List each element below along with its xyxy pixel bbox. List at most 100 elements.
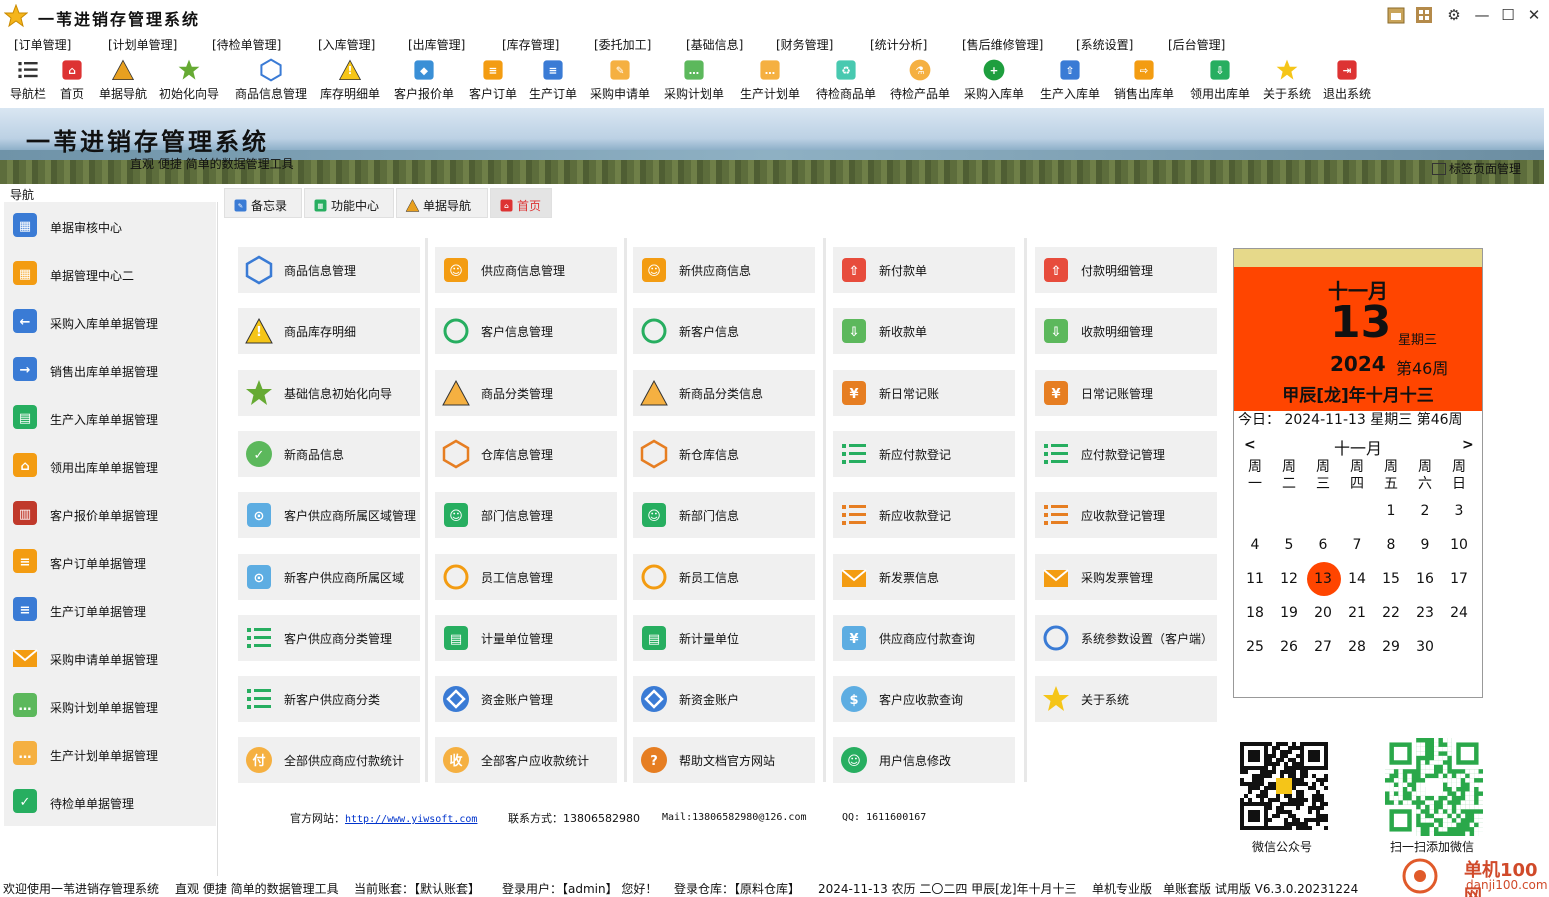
function-col2-item-8[interactable]: 收 全部客户应收款统计: [435, 737, 617, 784]
function-col2-item-7[interactable]: 资金账户管理: [435, 676, 617, 723]
function-col4-item-7[interactable]: $ 客户应收款查询: [833, 676, 1015, 723]
function-col2-item-5[interactable]: 员工信息管理: [435, 553, 617, 600]
function-col4-item-0[interactable]: ⇧ 新付款单: [833, 247, 1015, 293]
function-col1-item-0[interactable]: 商品信息管理: [238, 247, 420, 293]
function-col3-item-6[interactable]: ▤ 新计量单位: [633, 614, 815, 661]
function-col4-item-2[interactable]: ¥ 新日常记账: [833, 369, 1015, 416]
minimize-icon[interactable]: —: [1470, 4, 1494, 26]
calendar-day[interactable]: 9: [1408, 531, 1442, 559]
calendar-day[interactable]: 4: [1238, 531, 1272, 559]
menu-item-8[interactable]: [财务管理]: [776, 36, 833, 53]
function-col1-item-1[interactable]: ! 商品库存明细: [238, 308, 420, 355]
calendar-day[interactable]: 28: [1340, 633, 1374, 661]
calendar-day[interactable]: 24: [1442, 599, 1476, 627]
tab-doc-nav[interactable]: 单据导航: [396, 188, 488, 218]
function-col4-item-5[interactable]: 新发票信息: [833, 553, 1015, 600]
nav-item-6[interactable]: ▥ 客户报价单单据管理: [4, 490, 216, 538]
calendar-icon[interactable]: [1384, 4, 1408, 26]
close-icon[interactable]: ✕: [1522, 4, 1546, 26]
calendar-day[interactable]: 11: [1238, 565, 1272, 593]
function-col4-item-3[interactable]: 新应付款登记: [833, 430, 1015, 477]
function-col1-item-2[interactable]: 基础信息初始化向导: [238, 369, 420, 416]
toolbar-customer-order-button[interactable]: ≡ 客户订单: [468, 56, 518, 104]
calendar-day[interactable]: 17: [1442, 565, 1476, 593]
menu-item-3[interactable]: [入库管理]: [318, 36, 375, 53]
function-col3-item-7[interactable]: 新资金账户: [633, 676, 815, 723]
function-col5-item-3[interactable]: 应付款登记管理: [1035, 430, 1217, 477]
nav-item-11[interactable]: … 生产计划单单据管理: [4, 730, 216, 778]
calendar-day[interactable]: 2: [1408, 497, 1442, 525]
calendar-day[interactable]: 29: [1374, 633, 1408, 661]
grid-icon[interactable]: [1412, 4, 1436, 26]
function-col1-item-5[interactable]: ⊙ 新客户供应商所属区域: [238, 553, 420, 600]
calendar-day[interactable]: 6: [1306, 531, 1340, 559]
calendar-day[interactable]: 25: [1238, 633, 1272, 661]
function-col3-item-0[interactable]: ☺ 新供应商信息: [633, 247, 815, 293]
function-col3-item-1[interactable]: 新客户信息: [633, 308, 815, 355]
toolbar-purchase-in-button[interactable]: + 采购入库单: [962, 56, 1026, 104]
function-col5-item-1[interactable]: ⇩ 收款明细管理: [1035, 308, 1217, 355]
menu-item-5[interactable]: [库存管理]: [502, 36, 559, 53]
calendar-day[interactable]: 12: [1272, 565, 1306, 593]
toolbar-production-plan-button[interactable]: … 生产计划单: [738, 56, 802, 104]
calendar-day[interactable]: 30: [1408, 633, 1442, 661]
toolbar-init-wizard-button[interactable]: 初始化向导: [158, 56, 220, 104]
nav-item-9[interactable]: 采购申请单单据管理: [4, 634, 216, 682]
toolbar-pending-products-button[interactable]: ⚗ 待检产品单: [888, 56, 952, 104]
nav-item-4[interactable]: ▤ 生产入库单单据管理: [4, 394, 216, 442]
toolbar-use-out-button[interactable]: ⇩ 领用出库单: [1188, 56, 1252, 104]
function-col3-item-2[interactable]: 新商品分类信息: [633, 369, 815, 416]
calendar-day[interactable]: 3: [1442, 497, 1476, 525]
menu-item-7[interactable]: [基础信息]: [686, 36, 743, 53]
calendar-day[interactable]: 22: [1374, 599, 1408, 627]
nav-item-10[interactable]: … 采购计划单单据管理: [4, 682, 216, 730]
function-col2-item-0[interactable]: ☺ 供应商信息管理: [435, 247, 617, 293]
calendar-day[interactable]: 23: [1408, 599, 1442, 627]
function-col3-item-3[interactable]: 新仓库信息: [633, 430, 815, 477]
function-col1-item-3[interactable]: ✓ 新商品信息: [238, 430, 420, 477]
calendar-day[interactable]: 1: [1374, 497, 1408, 525]
calendar-day[interactable]: 18: [1238, 599, 1272, 627]
tag-page-manage-button[interactable]: 标签页面管理: [1432, 160, 1521, 177]
nav-item-5[interactable]: ⌂ 领用出库单单据管理: [4, 442, 216, 490]
function-col1-item-7[interactable]: 新客户供应商分类: [238, 676, 420, 723]
toolbar-pending-goods-button[interactable]: ♻ 待检商品单: [814, 56, 878, 104]
function-col1-item-6[interactable]: 客户供应商分类管理: [238, 614, 420, 661]
function-col4-item-8[interactable]: ☺ 用户信息修改: [833, 737, 1015, 784]
toolbar-exit-button[interactable]: ⇥ 退出系统: [1322, 56, 1372, 104]
function-col3-item-4[interactable]: ☺ 新部门信息: [633, 492, 815, 539]
menu-item-1[interactable]: [计划单管理]: [108, 36, 177, 53]
function-col5-item-7[interactable]: 关于系统: [1035, 676, 1217, 723]
calendar-day[interactable]: 20: [1306, 599, 1340, 627]
menu-item-4[interactable]: [出库管理]: [408, 36, 465, 53]
function-col5-item-6[interactable]: 系统参数设置（客户端）: [1035, 614, 1217, 661]
nav-item-7[interactable]: ≡ 客户订单单据管理: [4, 538, 216, 586]
toolbar-product-info-button[interactable]: 商品信息管理: [232, 56, 310, 104]
nav-item-3[interactable]: → 销售出库单单据管理: [4, 346, 216, 394]
function-col3-item-5[interactable]: 新员工信息: [633, 553, 815, 600]
calendar-day[interactable]: 27: [1306, 633, 1340, 661]
function-col1-item-4[interactable]: ⊙ 客户供应商所属区域管理: [238, 492, 420, 539]
toolbar-stock-detail-button[interactable]: ! 库存明细单: [318, 56, 382, 104]
function-col5-item-0[interactable]: ⇧ 付款明细管理: [1035, 247, 1217, 293]
toolbar-production-order-button[interactable]: ≡ 生产订单: [528, 56, 578, 104]
menu-item-6[interactable]: [委托加工]: [594, 36, 651, 53]
function-col1-item-8[interactable]: 付 全部供应商应付款统计: [238, 737, 420, 784]
menu-item-9[interactable]: [统计分析]: [870, 36, 927, 53]
function-col4-item-1[interactable]: ⇩ 新收款单: [833, 308, 1015, 355]
calendar-day[interactable]: 10: [1442, 531, 1476, 559]
nav-item-2[interactable]: ← 采购入库单单据管理: [4, 298, 216, 346]
menu-item-12[interactable]: [后台管理]: [1168, 36, 1225, 53]
function-col5-item-2[interactable]: ¥ 日常记账管理: [1035, 369, 1217, 416]
nav-item-1[interactable]: ▦ 单据管理中心二: [4, 250, 216, 298]
function-col2-item-1[interactable]: 客户信息管理: [435, 308, 617, 355]
toolbar-home-button[interactable]: ⌂ 首页: [58, 56, 86, 104]
calendar-day[interactable]: 21: [1340, 599, 1374, 627]
calendar-next-button[interactable]: >: [1462, 437, 1474, 453]
toolbar-quotation-button[interactable]: ◆ 客户报价单: [392, 56, 456, 104]
maximize-icon[interactable]: ☐: [1496, 4, 1520, 26]
menu-item-2[interactable]: [待检单管理]: [212, 36, 281, 53]
toolbar-doc-nav-button[interactable]: 单据导航: [98, 56, 148, 104]
toolbar-nav-bar-button[interactable]: 导航栏: [8, 56, 48, 104]
function-col4-item-4[interactable]: 新应收款登记: [833, 492, 1015, 539]
